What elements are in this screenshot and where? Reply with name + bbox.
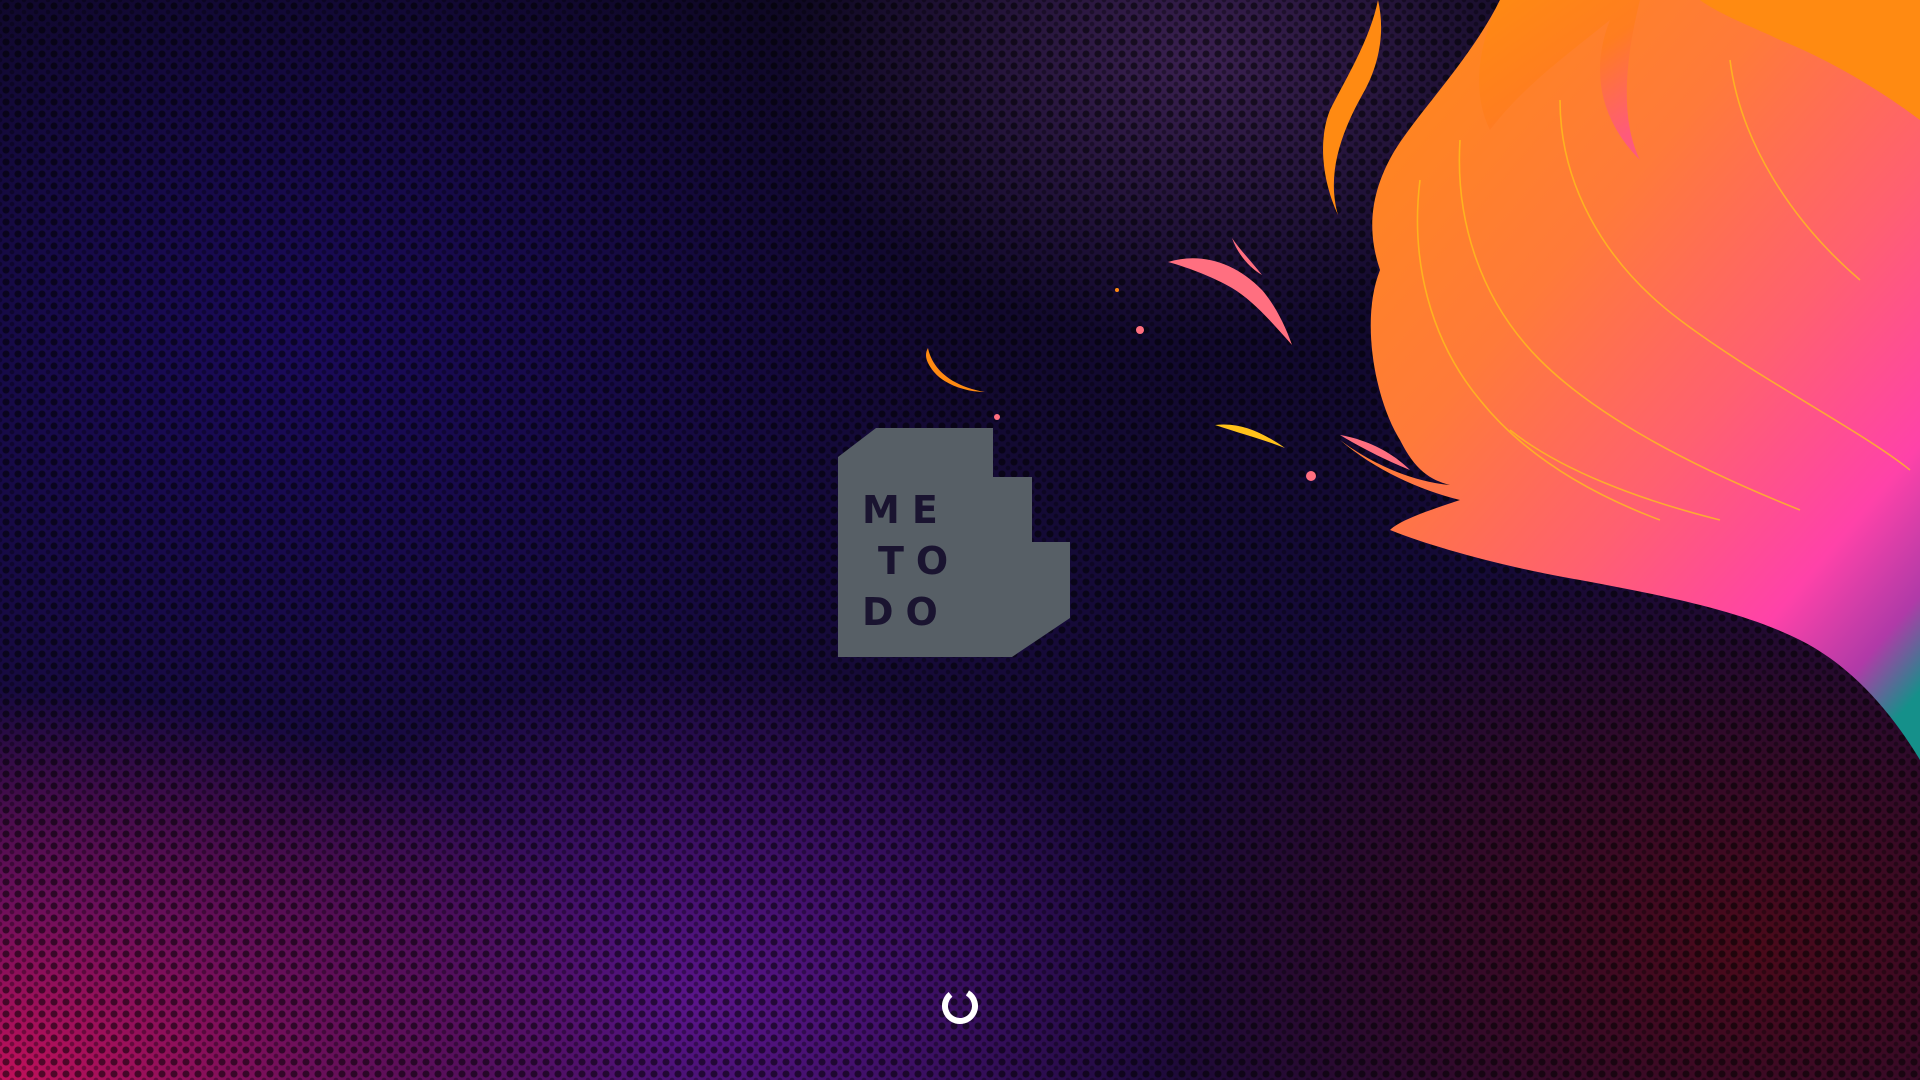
splash-screen: ME TO DO (0, 0, 1920, 1080)
logo-line-2: TO (878, 539, 961, 583)
logo-line-3: DO (862, 590, 950, 634)
metodo-logo: ME TO DO (838, 425, 1072, 659)
logo-line-1: ME (862, 488, 950, 532)
logo-wordmark: ME TO DO (862, 485, 972, 638)
loading-spinner-icon (938, 984, 982, 1028)
